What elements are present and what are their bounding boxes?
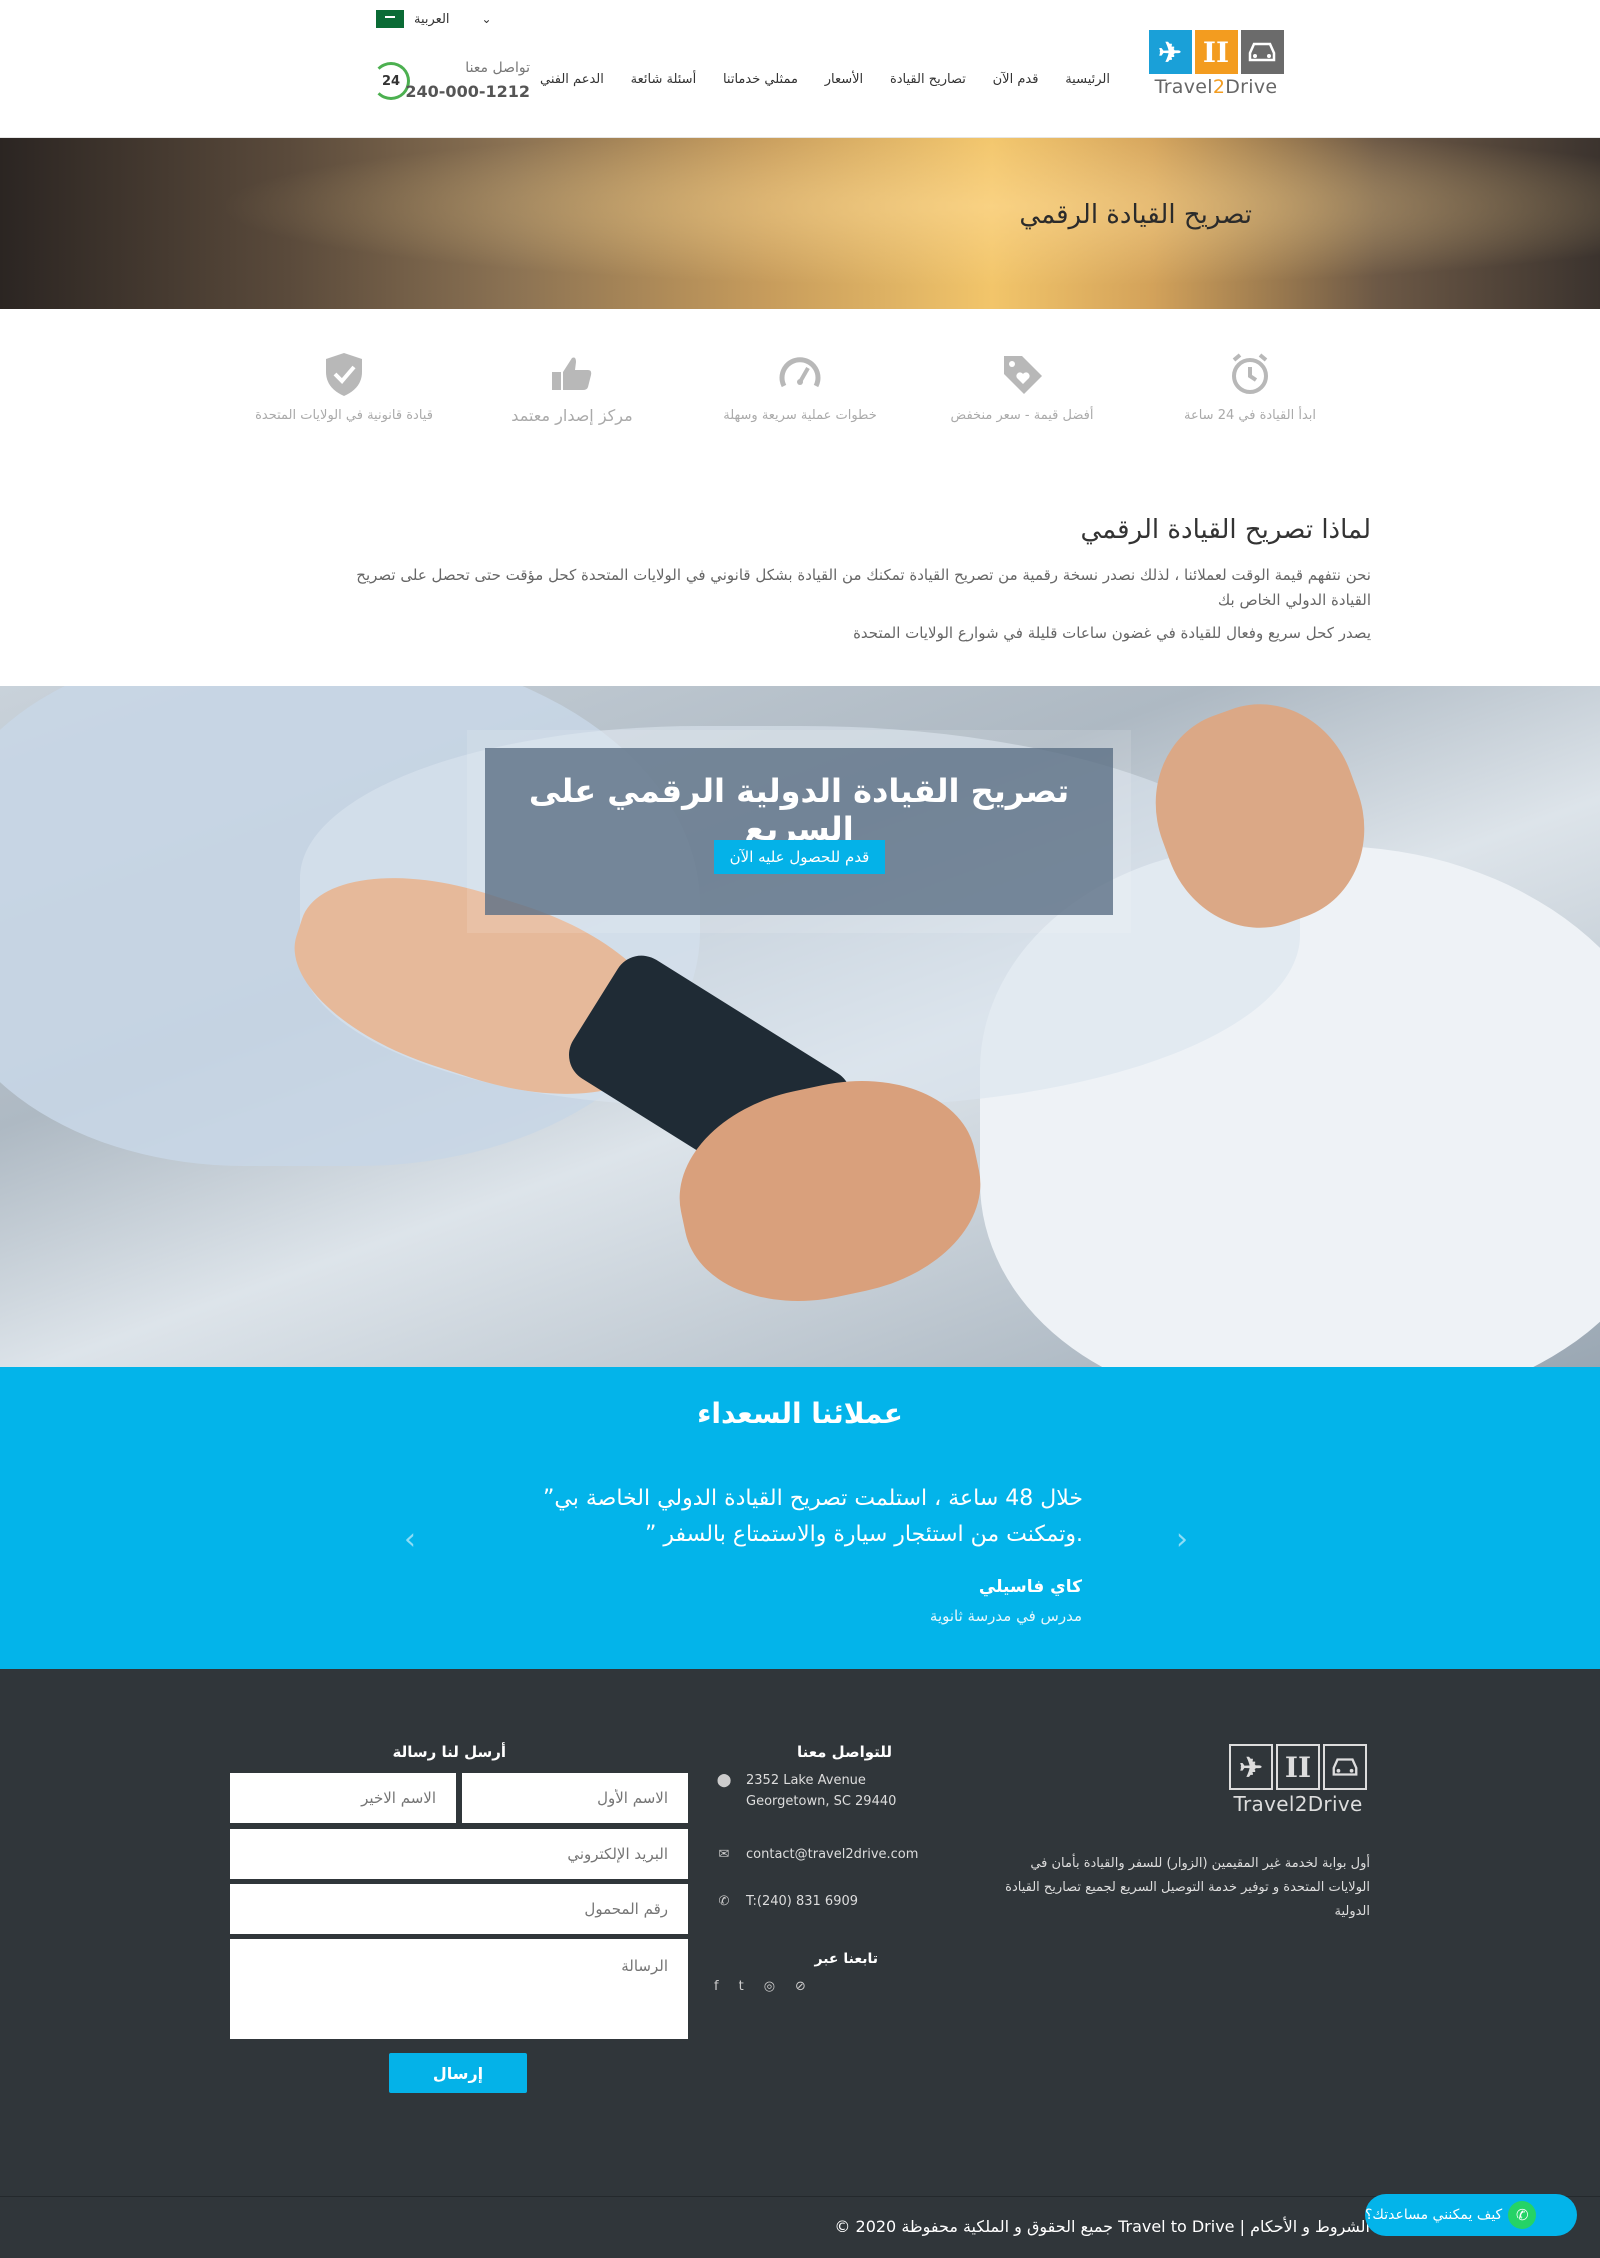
feature-legal-driving: قيادة قانونية في الولايات المتحدة bbox=[254, 350, 434, 425]
apply-now-button[interactable]: قدم للحصول عليه الآن bbox=[714, 840, 885, 874]
contact-title: للتواصل معنا bbox=[796, 1743, 892, 1761]
first-name-input[interactable] bbox=[462, 1773, 688, 1823]
feature-label: قيادة قانونية في الولايات المتحدة bbox=[255, 408, 433, 423]
car-icon bbox=[1240, 30, 1284, 74]
contact-phone-footer[interactable]: ✆ T:(240) 831 6909 bbox=[716, 1891, 858, 1912]
copyright-text: الشروط و الأحكام | Travel to Drive جميع … bbox=[834, 2217, 1370, 2236]
whatsapp-label: كيف يمكنني مساعدتك؟ bbox=[1365, 2207, 1503, 2223]
feature-label: ابدأ القيادة في 24 ساعة bbox=[1183, 408, 1316, 423]
nav-prices[interactable]: الأسعار bbox=[825, 72, 863, 87]
site-footer: ✈ II Travel2Drive أول بوابة لخدمة غير ال… bbox=[0, 1669, 1600, 2258]
phone-icon: ✆ bbox=[718, 1894, 730, 1909]
email-input[interactable] bbox=[230, 1829, 688, 1879]
site-header: العربية ⌄ ✈ II Travel2Drive الرئيسية قدم… bbox=[0, 0, 1600, 138]
mobile-input[interactable] bbox=[230, 1884, 688, 1934]
pinterest-icon[interactable]: ⊘ bbox=[795, 1979, 806, 1994]
feature-certified-center: مركز إصدار معتمد bbox=[482, 350, 662, 427]
feature-best-value: أفضل قيمة - سعر منخفض bbox=[932, 350, 1112, 425]
contact-phone[interactable]: 240-000-1212 bbox=[405, 82, 530, 101]
footer-bottom-bar: الشروط و الأحكام | Travel to Drive جميع … bbox=[0, 2196, 1600, 2258]
address-line-1: 2352 Lake Avenue bbox=[746, 1773, 866, 1788]
email-link[interactable]: contact@travel2drive.com bbox=[746, 1844, 918, 1865]
phone-24-icon: 24 bbox=[372, 62, 410, 100]
contact-email[interactable]: ✉ contact@travel2drive.com bbox=[716, 1844, 919, 1865]
saudi-flag-icon bbox=[376, 10, 404, 28]
carousel-next-arrow[interactable]: › bbox=[1176, 1522, 1188, 1557]
form-title: أرسل لنا رسالة bbox=[392, 1743, 507, 1761]
address-line-2: Georgetown, SC 29440 bbox=[746, 1794, 897, 1809]
nav-driving-permits[interactable]: تصاريح القيادة bbox=[890, 72, 966, 87]
envelope-icon: ✉ bbox=[718, 1847, 730, 1862]
testimonial-role: مدرس في مدرسة ثانوية bbox=[929, 1607, 1082, 1625]
nav-home[interactable]: الرئيسية bbox=[1065, 72, 1110, 87]
feature-label: خطوات عملية سريعة وسهلة bbox=[723, 408, 877, 423]
feature-label: مركز إصدار معتمد bbox=[511, 406, 633, 425]
send-button[interactable]: إرسال bbox=[389, 2053, 527, 2093]
last-name-input[interactable] bbox=[230, 1773, 456, 1823]
why-section: لماذا تصريح القيادة الرقمي نحن نتفهم قيم… bbox=[355, 515, 1371, 654]
logo-wordmark: Travel2Drive bbox=[1233, 1792, 1363, 1816]
nav-apply-now[interactable]: قدم الآن bbox=[993, 72, 1039, 87]
chevron-down-icon: ⌄ bbox=[481, 12, 492, 26]
pause-bars-icon: II bbox=[1276, 1744, 1320, 1790]
feature-label: أفضل قيمة - سعر منخفض bbox=[950, 408, 1094, 423]
airplane-icon: ✈ bbox=[1229, 1744, 1273, 1790]
nav-representatives[interactable]: ممثلي خدماتنا bbox=[723, 72, 798, 87]
whatsapp-chat-button[interactable]: ✆ كيف يمكنني مساعدتك؟ bbox=[1365, 2194, 1577, 2236]
alarm-clock-icon bbox=[1232, 353, 1268, 394]
dribbble-icon[interactable]: ◎ bbox=[764, 1979, 775, 1994]
thumbs-up-icon bbox=[552, 357, 592, 390]
footer-logo[interactable]: ✈ II Travel2Drive bbox=[1228, 1744, 1368, 1816]
airplane-icon: ✈ bbox=[1148, 30, 1192, 74]
phone-link[interactable]: T:(240) 831 6909 bbox=[746, 1891, 858, 1912]
message-textarea[interactable] bbox=[230, 1939, 688, 2039]
feature-fast-steps: خطوات عملية سريعة وسهلة bbox=[710, 350, 890, 425]
hero-banner: تصريح القيادة الرقمي bbox=[0, 138, 1600, 309]
hero-background-image bbox=[0, 138, 1600, 309]
language-label: العربية bbox=[414, 11, 450, 27]
main-nav: الرئيسية قدم الآن تصاريح القيادة الأسعار… bbox=[540, 72, 1110, 87]
why-paragraph-2: يصدر كحل سريع وفعال للقيادة في غضون ساعا… bbox=[853, 624, 1371, 642]
feature-24-hours: ابدأ القيادة في 24 ساعة bbox=[1160, 350, 1340, 425]
car-icon bbox=[1323, 1744, 1367, 1790]
facebook-icon[interactable]: f bbox=[714, 1979, 719, 1994]
hero-title: تصريح القيادة الرقمي bbox=[1019, 200, 1252, 230]
price-tag-heart-icon bbox=[1004, 356, 1042, 394]
logo-wordmark: Travel2Drive bbox=[1154, 76, 1278, 98]
why-title: لماذا تصريح القيادة الرقمي bbox=[1080, 515, 1371, 545]
shield-check-icon bbox=[326, 353, 362, 396]
promo-banner: تصريح القيادة الدولية الرقمي على السريع … bbox=[0, 686, 1600, 1367]
contact-address: ⬤ 2352 Lake Avenue Georgetown, SC 29440 bbox=[716, 1770, 897, 1812]
speedometer-icon bbox=[779, 357, 821, 388]
testimonial-author: كاي فاسيلي bbox=[978, 1577, 1082, 1597]
promo-title: تصريح القيادة الدولية الرقمي على السريع bbox=[528, 772, 1070, 848]
social-links: f t ◎ ⊘ bbox=[714, 1979, 806, 1994]
whatsapp-icon: ✆ bbox=[1508, 2201, 1537, 2229]
header-contact[interactable]: 24 تواصل معنا 240-000-1212 bbox=[372, 58, 532, 104]
carousel-prev-arrow[interactable]: ‹ bbox=[404, 1522, 416, 1557]
twitter-icon[interactable]: t bbox=[739, 1979, 744, 1994]
site-logo[interactable]: ✈ II Travel2Drive bbox=[1148, 30, 1284, 102]
contact-label: تواصل معنا bbox=[465, 60, 530, 76]
testimonials-section: عملائنا السعداء ‹ خلال 48 ساعة ، استلمت … bbox=[0, 1367, 1600, 1669]
footer-about: أول بوابة لخدمة غير المقيمين (الزوار) لل… bbox=[1005, 1856, 1370, 1919]
why-paragraph-1: نحن نتفهم قيمة الوقت لعملائنا ، لذلك نصد… bbox=[356, 566, 1371, 609]
testimonial-quote: خلال 48 ساعة ، استلمت تصريح القيادة الدو… bbox=[543, 1486, 1083, 1547]
nav-support[interactable]: الدعم الفني bbox=[540, 72, 604, 87]
promo-card: تصريح القيادة الدولية الرقمي على السريع … bbox=[485, 748, 1113, 915]
follow-title: تابعنا عبر bbox=[814, 1951, 878, 1967]
pause-bars-icon: II bbox=[1194, 30, 1238, 74]
testimonials-title: عملائنا السعداء bbox=[697, 1397, 903, 1430]
language-selector[interactable]: العربية ⌄ bbox=[376, 8, 492, 30]
location-pin-icon: ⬤ bbox=[716, 1773, 732, 1788]
nav-faq[interactable]: أسئلة شائعة bbox=[631, 72, 697, 87]
